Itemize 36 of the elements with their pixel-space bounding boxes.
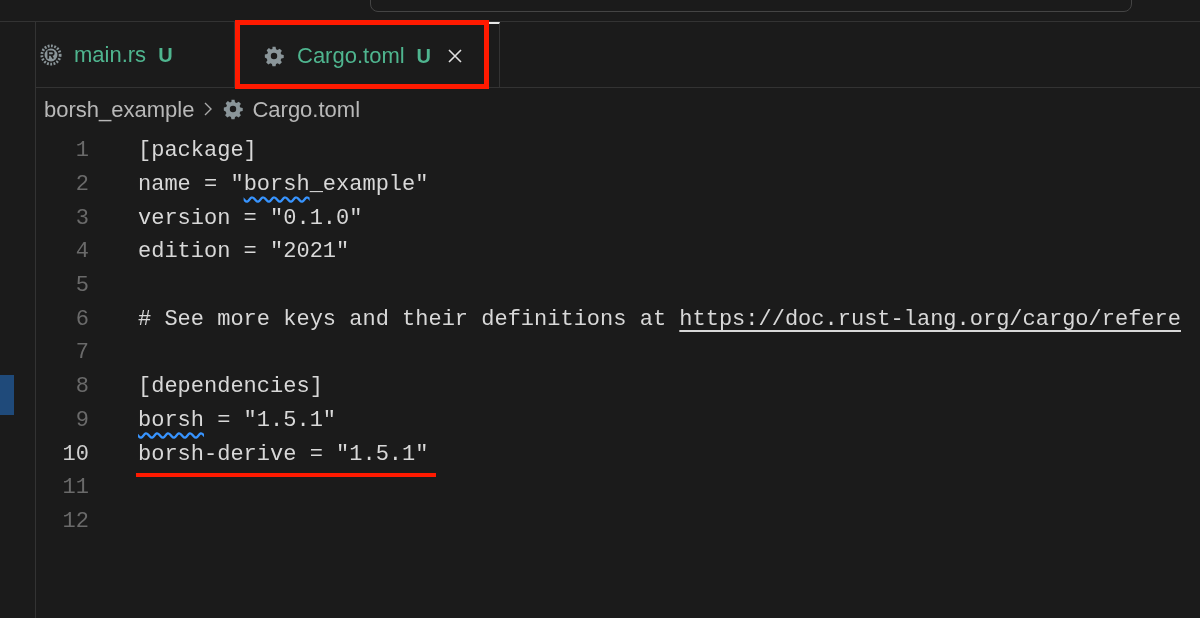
- line-number: 4: [74, 238, 89, 267]
- line-number: 12: [61, 507, 89, 536]
- line-number: 8: [74, 373, 89, 402]
- editor-tab[interactable]: Cargo.toml U: [235, 22, 500, 87]
- selection-indicator: [0, 375, 14, 415]
- code-text: [package]: [138, 137, 257, 166]
- code-text: name = ": [138, 171, 244, 200]
- line-number: 3: [74, 204, 89, 233]
- line-number: 5: [74, 272, 89, 301]
- line-number: 2: [74, 171, 89, 200]
- code-text: _example": [309, 171, 429, 200]
- code-text: version = "0.1.0": [138, 204, 363, 233]
- code-text: [dependencies]: [138, 373, 323, 402]
- untracked-status-label: U: [158, 42, 173, 68]
- breadcrumb-item[interactable]: Cargo.toml: [252, 92, 361, 126]
- breadcrumb-item[interactable]: borsh_example: [44, 92, 195, 126]
- close-icon[interactable]: [447, 47, 464, 64]
- code-text: edition = "2021": [138, 238, 350, 267]
- code-text: = "1.5.1": [216, 406, 337, 435]
- code-text: borsh: [243, 171, 310, 200]
- code-text: borsh: [138, 406, 204, 435]
- line-number: 10: [61, 440, 89, 469]
- line-number: 1: [74, 137, 89, 166]
- tab-label: Cargo.toml: [297, 42, 405, 70]
- gear-letter-icon: [40, 43, 62, 66]
- line-number: 11: [61, 474, 89, 503]
- gear-icon: [222, 98, 245, 120]
- line-number: 6: [74, 305, 89, 334]
- code-text: borsh-derive = "1.5.1": [138, 440, 429, 469]
- line-number: 9: [74, 406, 89, 435]
- line-number: 7: [74, 339, 89, 368]
- untracked-status-label: U: [416, 43, 432, 69]
- code-link[interactable]: https://doc.rust-lang.org/cargo/refere: [679, 302, 1181, 336]
- tab-label: main.rs: [74, 41, 147, 69]
- code-text: # See more keys and their definitions at: [138, 305, 668, 334]
- gear-icon: [263, 44, 285, 67]
